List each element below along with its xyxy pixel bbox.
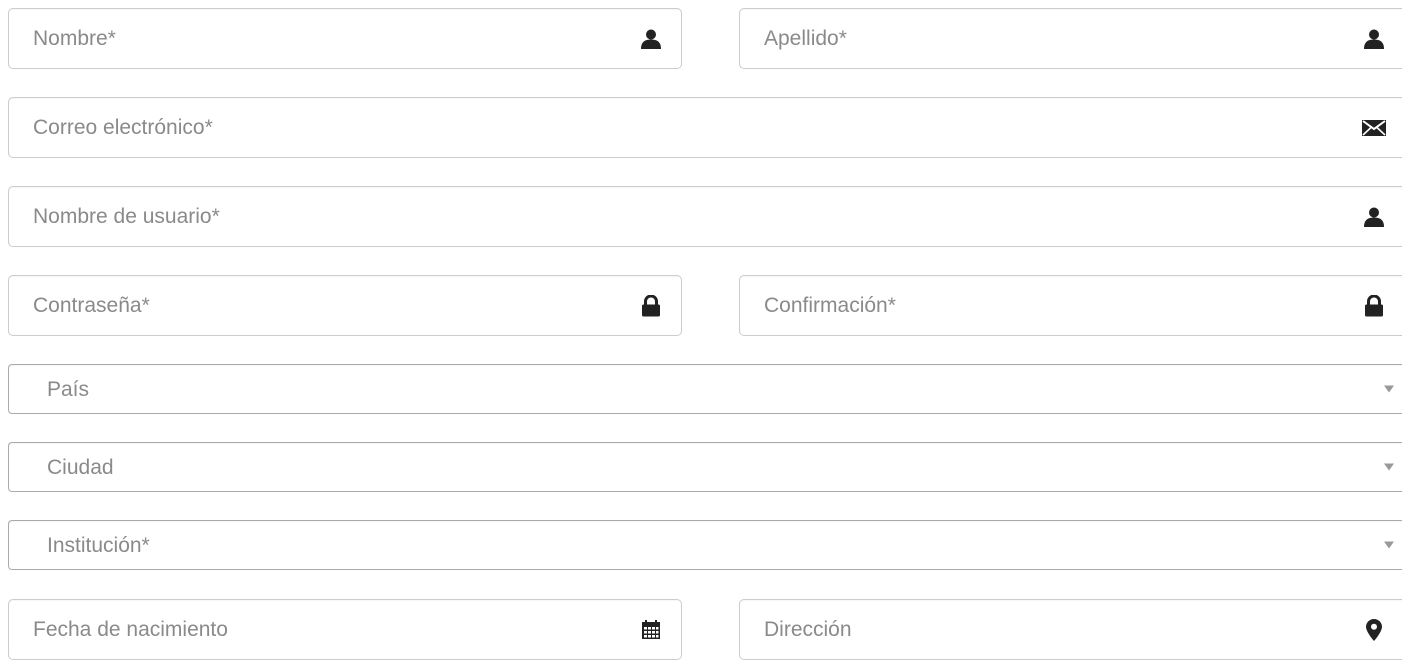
lock-icon bbox=[1362, 294, 1386, 318]
country-select-label: País bbox=[47, 377, 90, 401]
email-input[interactable] bbox=[9, 98, 1402, 157]
user-icon bbox=[639, 27, 663, 51]
username-input[interactable] bbox=[9, 187, 1402, 246]
last-name-field[interactable] bbox=[739, 8, 1402, 69]
email-field[interactable] bbox=[8, 97, 1402, 158]
last-name-input[interactable] bbox=[740, 9, 1402, 68]
calendar-icon[interactable] bbox=[639, 618, 663, 642]
address-field[interactable] bbox=[739, 599, 1402, 660]
password-confirm-field[interactable] bbox=[739, 275, 1402, 336]
caret-down-icon[interactable] bbox=[1384, 541, 1394, 549]
password-field[interactable] bbox=[8, 275, 682, 336]
caret-down-icon[interactable] bbox=[1384, 463, 1394, 471]
user-icon bbox=[1362, 205, 1386, 229]
birth-date-input[interactable] bbox=[9, 600, 681, 659]
institution-select-label: Institución* bbox=[47, 533, 150, 557]
country-select[interactable]: País bbox=[8, 364, 1402, 414]
institution-select[interactable]: Institución* bbox=[8, 520, 1402, 570]
city-select[interactable]: Ciudad bbox=[8, 442, 1402, 492]
password-input[interactable] bbox=[9, 276, 681, 335]
lock-icon bbox=[639, 294, 663, 318]
user-icon bbox=[1362, 27, 1386, 51]
city-select-label: Ciudad bbox=[47, 455, 114, 479]
map-marker-icon bbox=[1362, 618, 1386, 642]
first-name-input[interactable] bbox=[9, 9, 681, 68]
caret-down-icon[interactable] bbox=[1384, 385, 1394, 393]
password-confirm-input[interactable] bbox=[740, 276, 1402, 335]
address-input[interactable] bbox=[740, 600, 1402, 659]
first-name-field[interactable] bbox=[8, 8, 682, 69]
username-field[interactable] bbox=[8, 186, 1402, 247]
birth-date-field[interactable] bbox=[8, 599, 682, 660]
envelope-icon bbox=[1362, 116, 1386, 140]
